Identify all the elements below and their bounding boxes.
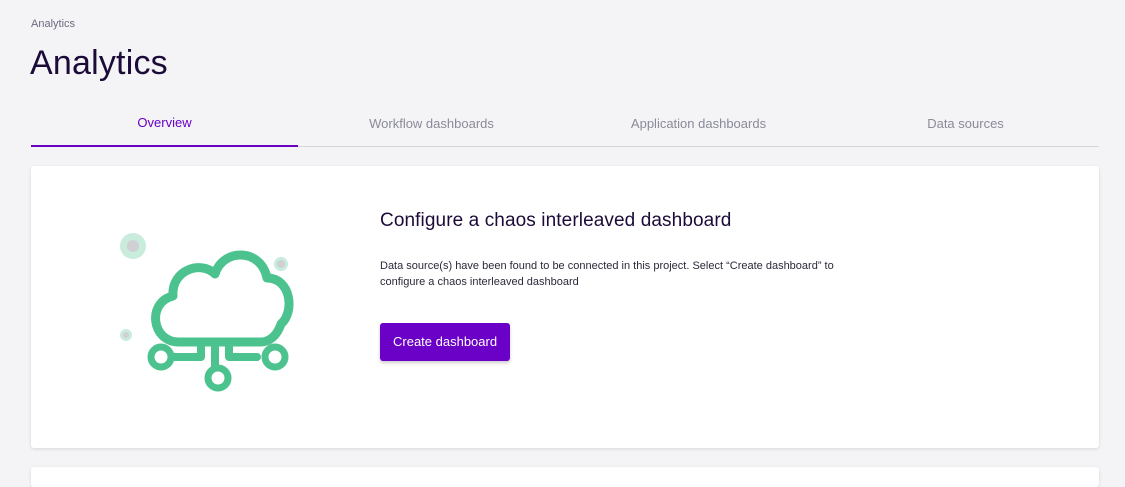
decor-dot-left-inner (123, 332, 129, 338)
tab-bar: Overview Workflow dashboards Application… (31, 104, 1099, 147)
network-node-center (204, 364, 232, 392)
page-title: Analytics (30, 44, 168, 82)
tab-application-dashboards[interactable]: Application dashboards (565, 104, 832, 146)
breadcrumb[interactable]: Analytics (31, 18, 75, 30)
card-content: Configure a chaos interleaved dashboard … (380, 210, 880, 361)
tab-workflow-dashboards[interactable]: Workflow dashboards (298, 104, 565, 146)
tab-data-sources[interactable]: Data sources (832, 104, 1099, 146)
network-node-right (261, 343, 289, 371)
cloud-shape (151, 250, 294, 347)
configure-dashboard-card: Configure a chaos interleaved dashboard … (31, 166, 1099, 448)
decor-dot-right-inner (277, 260, 285, 268)
network-node-left (147, 343, 175, 371)
card-description: Data source(s) have been found to be con… (380, 260, 834, 288)
next-card (31, 467, 1099, 487)
decor-dot-large-inner (127, 240, 139, 252)
cloud-network-icon (111, 226, 311, 406)
create-dashboard-button[interactable]: Create dashboard (380, 323, 511, 361)
tab-overview[interactable]: Overview (31, 104, 298, 147)
card-title: Configure a chaos interleaved dashboard (380, 210, 732, 231)
